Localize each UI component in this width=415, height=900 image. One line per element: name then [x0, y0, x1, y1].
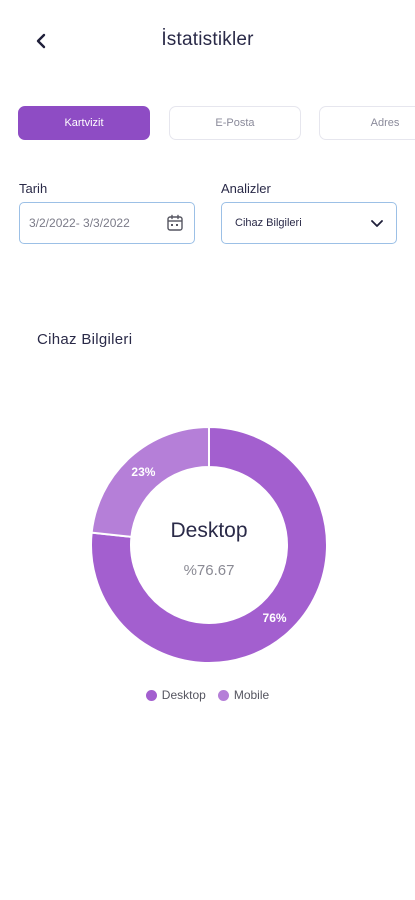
legend-label: Mobile [233, 688, 270, 702]
slice-label-mobile: 23% [131, 465, 155, 479]
date-range-field[interactable]: 3/2/2022- 3/3/2022 [19, 202, 195, 244]
tab-kartvizit[interactable]: Kartvizit [18, 106, 150, 140]
device-donut-chart: 76% 23% Desktop %76.67 [90, 425, 328, 664]
center-value: %76.67 [184, 562, 235, 579]
date-label: Tarih [19, 181, 48, 196]
legend-dot [217, 689, 229, 701]
legend-item-mobile[interactable]: Mobile [217, 688, 270, 702]
section-title: Cihaz Bilgileri [37, 331, 133, 348]
tab-bar: Kartvizit E-Posta Adres [0, 106, 415, 142]
analysis-select-value: Cihaz Bilgileri [235, 217, 302, 229]
legend-item-desktop[interactable]: Desktop [145, 688, 206, 702]
header: İstatistikler [0, 0, 415, 80]
tab-e-posta[interactable]: E-Posta [169, 106, 301, 140]
analysis-label: Analizler [221, 181, 271, 196]
tab-adres[interactable]: Adres [319, 106, 415, 140]
chevron-down-icon [371, 220, 383, 227]
center-label: Desktop [170, 519, 247, 542]
page-title: İstatistikler [161, 29, 254, 50]
legend-dot [145, 689, 157, 701]
chart-legend: Desktop Mobile [0, 688, 415, 702]
analysis-select[interactable]: Cihaz Bilgileri [221, 202, 397, 244]
legend-label: Desktop [161, 688, 206, 702]
slice-label-desktop: 76% [263, 611, 287, 625]
calendar-icon [167, 214, 183, 231]
date-range-value: 3/2/2022- 3/3/2022 [29, 216, 130, 230]
